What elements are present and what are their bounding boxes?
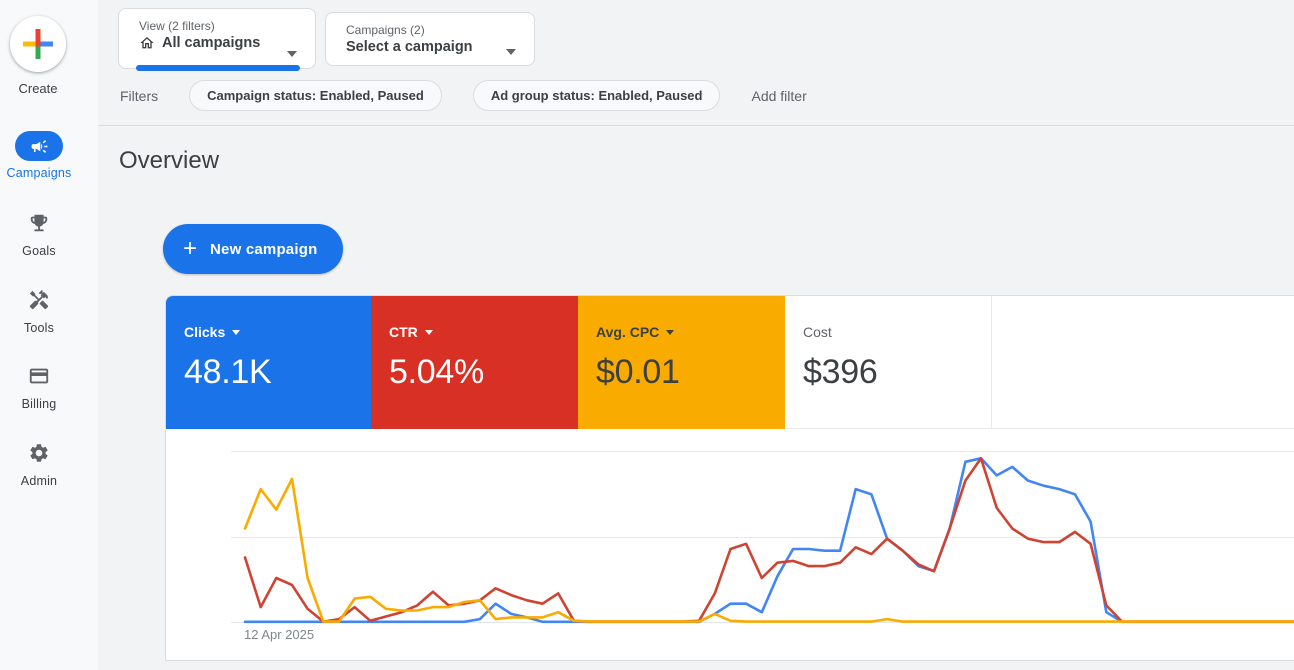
filter-chip-campaign-status[interactable]: Campaign status: Enabled, Paused — [189, 80, 442, 111]
gear-icon — [15, 438, 63, 468]
filter-chip-ad-group-status[interactable]: Ad group status: Enabled, Paused — [473, 80, 721, 111]
chevron-down-icon — [232, 330, 240, 335]
sidebar-item-label: Tools — [0, 321, 78, 335]
scorecard-avg-cpc[interactable]: Avg. CPC $0.01 — [578, 296, 785, 429]
scorecard-value: 5.04% — [389, 353, 578, 392]
clicks-line — [245, 458, 1294, 622]
scorecard-ctr[interactable]: CTR 5.04% — [371, 296, 578, 429]
sidebar-item-label: Campaigns — [0, 166, 78, 180]
scorecard-cost[interactable]: Cost $396 — [785, 296, 991, 429]
scorecard-label: Cost — [803, 324, 832, 340]
campaign-selector-label: Campaigns (2) — [346, 23, 534, 37]
add-filter-button[interactable]: Add filter — [751, 88, 806, 104]
sidebar-item-label: Goals — [0, 244, 78, 258]
chevron-down-icon — [506, 49, 516, 55]
scorecard-label: Avg. CPC — [596, 324, 659, 340]
filters-label: Filters — [120, 88, 158, 104]
sidebar-item-campaigns[interactable]: Campaigns — [0, 131, 78, 180]
sidebar-item-label: Admin — [0, 474, 78, 488]
scorecard-label: CTR — [389, 324, 418, 340]
performance-chart — [166, 431, 1294, 661]
active-view-indicator — [136, 65, 300, 71]
new-campaign-label: New campaign — [210, 241, 317, 258]
create-button[interactable]: Create — [10, 16, 66, 96]
view-selector-label: View (2 filters) — [139, 19, 315, 33]
sidebar-item-label: Billing — [0, 397, 78, 411]
filters-bar: Filters Campaign status: Enabled, Paused… — [120, 80, 807, 111]
create-label: Create — [10, 81, 66, 96]
chevron-down-icon — [287, 51, 297, 57]
plus-icon: + — [183, 237, 197, 261]
sidebar: Create Campaigns Goals Tools Billing — [0, 0, 98, 670]
home-icon — [139, 35, 155, 51]
view-selector-value: All campaigns — [162, 35, 260, 51]
page-title: Overview — [119, 147, 219, 175]
google-ads-overview-page: Create Campaigns Goals Tools Billing — [0, 0, 1294, 670]
sidebar-item-admin[interactable]: Admin — [0, 438, 78, 488]
scorecard-label: Clicks — [184, 324, 225, 340]
view-selector[interactable]: View (2 filters) All campaigns — [118, 8, 316, 69]
overview-panel: Clicks 48.1K CTR 5.04% Avg. CPC $0.01 Co… — [165, 295, 1294, 661]
campaign-selector-value: Select a campaign — [346, 39, 473, 55]
avg-cpc-line — [245, 479, 1294, 622]
scorecard-empty-slot — [991, 296, 1294, 429]
sidebar-item-billing[interactable]: Billing — [0, 361, 78, 411]
scorecard-value: $396 — [803, 353, 991, 392]
scorecard-clicks[interactable]: Clicks 48.1K — [166, 296, 371, 429]
trophy-icon — [15, 208, 63, 238]
tools-icon — [15, 285, 63, 315]
chevron-down-icon — [425, 330, 433, 335]
chevron-down-icon — [666, 330, 674, 335]
sidebar-item-tools[interactable]: Tools — [0, 285, 78, 335]
sidebar-item-goals[interactable]: Goals — [0, 208, 78, 258]
header-divider — [98, 125, 1294, 126]
campaign-selector[interactable]: Campaigns (2) Select a campaign — [325, 12, 535, 66]
scorecard-value: 48.1K — [184, 353, 371, 392]
scorecard-value: $0.01 — [596, 353, 785, 392]
x-axis-start-label: 12 Apr 2025 — [244, 627, 314, 642]
credit-card-icon — [15, 361, 63, 391]
new-campaign-button[interactable]: + New campaign — [163, 224, 343, 274]
megaphone-icon — [15, 131, 63, 161]
google-plus-icon — [10, 16, 66, 72]
